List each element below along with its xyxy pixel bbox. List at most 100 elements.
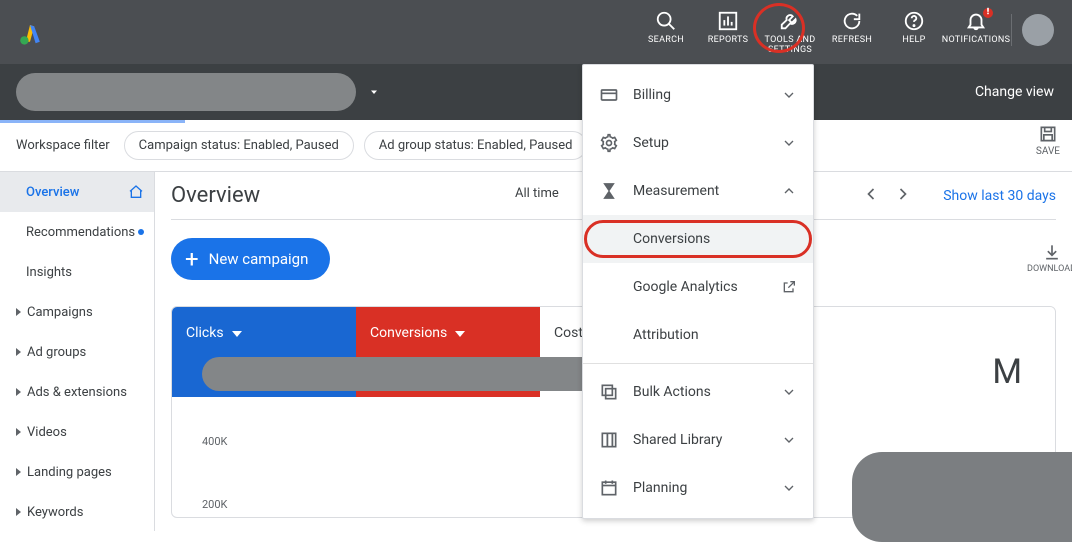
filter-chip-adgroup-status[interactable]: Ad group status: Enabled, Paused <box>364 131 588 160</box>
menu-label: Attribution <box>633 327 699 343</box>
google-ads-logo <box>16 18 44 46</box>
bulk-actions-icon <box>599 382 619 402</box>
caret-icon <box>16 428 21 436</box>
redacted-region <box>852 452 1072 542</box>
caret-icon <box>16 348 21 356</box>
sidebar-label: Ad groups <box>27 345 86 360</box>
sidebar-item-keywords[interactable]: Keywords <box>0 492 154 532</box>
new-campaign-label: New campaign <box>209 250 309 268</box>
billing-icon <box>599 85 619 105</box>
account-name-redacted <box>16 73 356 111</box>
save-button[interactable]: SAVE <box>1036 124 1060 157</box>
sidebar-item-adgroups[interactable]: Ad groups <box>0 332 154 372</box>
save-label: SAVE <box>1036 146 1060 157</box>
sidebar-label: Ads & extensions <box>27 385 127 400</box>
filter-bar: Workspace filter Campaign status: Enable… <box>0 120 1072 172</box>
menu-subitem-google-analytics[interactable]: Google Analytics <box>583 263 813 311</box>
sidebar-label: Overview <box>26 185 79 200</box>
date-range-label[interactable]: All time <box>515 186 559 201</box>
chevron-down-icon <box>232 331 242 337</box>
external-link-icon <box>781 279 797 295</box>
chevron-down-icon <box>781 87 797 103</box>
refresh-label: REFRESH <box>832 36 872 46</box>
tools-label: TOOLS AND SETTINGS <box>765 36 816 56</box>
caret-icon <box>16 308 21 316</box>
chevron-down-icon <box>781 135 797 151</box>
download-button[interactable]: DOWNLOAD <box>1027 242 1072 274</box>
menu-label: Google Analytics <box>633 279 738 295</box>
recommendations-dot-icon <box>138 229 144 235</box>
planning-icon <box>599 478 619 498</box>
filter-chip-campaign-status[interactable]: Campaign status: Enabled, Paused <box>124 131 354 160</box>
menu-item-measurement[interactable]: Measurement <box>583 167 813 215</box>
menu-item-billing[interactable]: Billing <box>583 71 813 119</box>
reports-label: REPORTS <box>708 36 748 46</box>
menu-label: Billing <box>633 87 671 103</box>
menu-label: Shared Library <box>633 432 722 448</box>
change-view-link[interactable]: Change view <box>975 84 1054 100</box>
date-prev-button[interactable] <box>861 184 881 208</box>
menu-label: Conversions <box>633 231 710 247</box>
caret-icon <box>16 468 21 476</box>
help-button[interactable]: HELP <box>883 0 945 64</box>
stat-label: Conversions <box>370 325 447 341</box>
chevron-down-icon <box>781 432 797 448</box>
menu-subitem-conversions[interactable]: Conversions <box>583 215 813 263</box>
stat-label: Clicks <box>186 325 224 341</box>
top-navbar: SEARCH REPORTS TOOLS AND SETTINGS REFRES… <box>0 0 1072 64</box>
date-next-button[interactable] <box>893 184 913 208</box>
menu-label: Planning <box>633 480 687 496</box>
divider <box>1011 14 1012 46</box>
shared-library-icon <box>599 430 619 450</box>
menu-label: Setup <box>633 135 669 151</box>
show-last-30-days-link[interactable]: Show last 30 days <box>943 188 1056 204</box>
notifications-button[interactable]: NOTIFICATIONS <box>945 0 1007 64</box>
download-label: DOWNLOAD <box>1027 264 1072 274</box>
sidebar-item-campaigns[interactable]: Campaigns <box>0 292 154 332</box>
left-sidebar: Overview Recommendations Insights Campai… <box>0 172 155 531</box>
stat-label: Cost <box>554 325 583 341</box>
sidebar-item-ads-extensions[interactable]: Ads & extensions <box>0 372 154 412</box>
gear-icon <box>599 133 619 153</box>
new-campaign-button[interactable]: + New campaign <box>171 238 330 280</box>
menu-label: Measurement <box>633 183 719 199</box>
chevron-down-icon <box>781 480 797 496</box>
caret-icon <box>16 388 21 396</box>
sidebar-item-insights[interactable]: Insights <box>0 252 154 292</box>
tools-settings-button[interactable]: TOOLS AND SETTINGS <box>759 0 821 64</box>
sidebar-item-overview[interactable]: Overview <box>0 172 154 212</box>
sidebar-item-landing-pages[interactable]: Landing pages <box>0 452 154 492</box>
sidebar-label: Videos <box>27 425 67 440</box>
plus-icon: + <box>185 247 199 271</box>
measurement-icon <box>599 181 619 201</box>
home-icon <box>128 184 144 200</box>
help-label: HELP <box>902 36 925 46</box>
sidebar-item-videos[interactable]: Videos <box>0 412 154 452</box>
sidebar-label: Landing pages <box>27 465 112 480</box>
sidebar-label: Keywords <box>27 505 83 520</box>
sidebar-item-recommendations[interactable]: Recommendations <box>0 212 154 252</box>
partial-text-m: M <box>992 352 1022 392</box>
sidebar-label: Recommendations <box>26 225 135 240</box>
menu-item-setup[interactable]: Setup <box>583 119 813 167</box>
tools-settings-menu: Billing Setup Measurement Conversions Go… <box>582 64 814 519</box>
reports-button[interactable]: REPORTS <box>697 0 759 64</box>
sidebar-label: Campaigns <box>27 305 93 320</box>
sidebar-label: Insights <box>26 265 72 280</box>
menu-item-planning[interactable]: Planning <box>583 464 813 512</box>
menu-label: Bulk Actions <box>633 384 711 400</box>
workspace-filter-label: Workspace filter <box>16 138 110 153</box>
account-dropdown-icon[interactable] <box>368 83 380 102</box>
page-title: Overview <box>171 183 260 208</box>
account-bar: Change view <box>0 64 1072 120</box>
menu-subitem-attribution[interactable]: Attribution <box>583 311 813 359</box>
menu-item-bulk-actions[interactable]: Bulk Actions <box>583 368 813 416</box>
chevron-down-icon <box>455 331 465 337</box>
menu-item-shared-library[interactable]: Shared Library <box>583 416 813 464</box>
menu-divider <box>583 363 813 364</box>
account-avatar[interactable] <box>1022 14 1054 46</box>
chevron-down-icon <box>781 384 797 400</box>
refresh-button[interactable]: REFRESH <box>821 0 883 64</box>
search-label: SEARCH <box>648 36 684 46</box>
search-button[interactable]: SEARCH <box>635 0 697 64</box>
